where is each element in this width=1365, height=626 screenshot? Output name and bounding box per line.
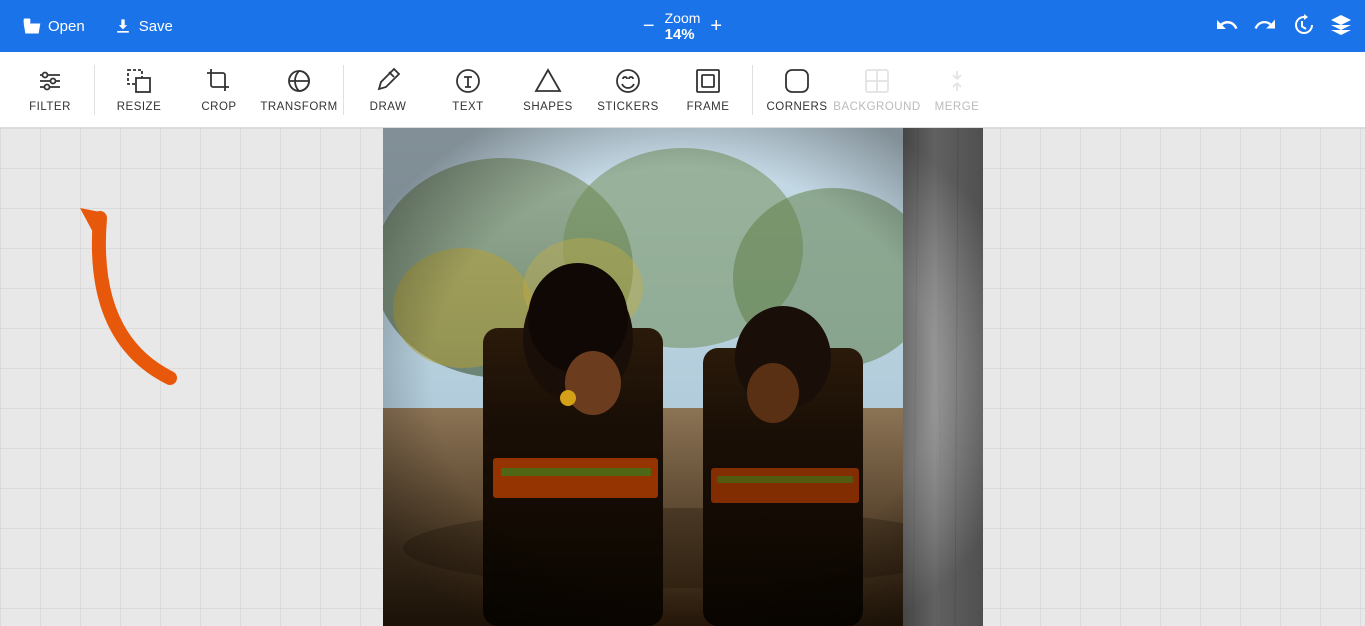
filter-icon (36, 67, 64, 95)
tool-shapes[interactable]: SHAPES (508, 54, 588, 126)
resize-label: RESIZE (117, 101, 162, 113)
history-button[interactable] (1291, 13, 1315, 40)
zoom-label: Zoom 14% (665, 10, 701, 43)
zoom-in-button[interactable]: + (710, 16, 722, 36)
sep1 (94, 65, 95, 115)
sep2 (343, 65, 344, 115)
tool-transform[interactable]: TRANSFORM (259, 54, 339, 126)
text-label: TEXT (452, 101, 483, 113)
shapes-icon (534, 67, 562, 95)
transform-label: TRANSFORM (260, 101, 337, 113)
tool-corners[interactable]: CORNERS (757, 54, 837, 126)
tool-filter[interactable]: FILTER (10, 54, 90, 126)
merge-label: MERGE (935, 101, 980, 113)
photo-container (383, 128, 983, 626)
zoom-out-button[interactable]: − (643, 16, 655, 36)
crop-icon (205, 67, 233, 95)
save-button[interactable]: Save (103, 10, 183, 42)
crop-label: CROP (201, 101, 236, 113)
topbar-right (1215, 13, 1353, 40)
save-label: Save (139, 18, 173, 35)
open-button[interactable]: Open (12, 10, 95, 42)
tool-resize[interactable]: RESIZE (99, 54, 179, 126)
tool-background[interactable]: BACKGROUND (837, 54, 917, 126)
tool-crop[interactable]: CROP (179, 54, 259, 126)
filter-label: FILTER (29, 101, 71, 113)
background-label: BACKGROUND (833, 101, 920, 113)
shapes-label: SHAPES (523, 101, 573, 113)
tool-text[interactable]: TEXT (428, 54, 508, 126)
arrow-annotation (40, 178, 200, 403)
redo-icon (1253, 13, 1277, 37)
undo-button[interactable] (1215, 13, 1239, 40)
merge-icon (943, 67, 971, 95)
save-icon (113, 16, 133, 36)
redo-button[interactable] (1253, 13, 1277, 40)
corners-label: CORNERS (766, 101, 827, 113)
resize-icon (125, 67, 153, 95)
undo-icon (1215, 13, 1239, 37)
frame-label: FRAME (687, 101, 730, 113)
open-icon (22, 16, 42, 36)
layers-icon (1329, 13, 1353, 37)
zoom-area: − Zoom 14% + (643, 10, 722, 43)
tool-frame[interactable]: FRAME (668, 54, 748, 126)
background-icon (863, 67, 891, 95)
toolbar: FILTER RESIZE CROP TRANSFORM (0, 52, 1365, 128)
photo-background (383, 128, 983, 626)
tool-draw[interactable]: DRAW (348, 54, 428, 126)
photo-svg (383, 128, 983, 626)
draw-icon (374, 67, 402, 95)
stickers-icon (614, 67, 642, 95)
stickers-label: STICKERS (597, 101, 659, 113)
layers-button[interactable] (1329, 13, 1353, 40)
topbar: Open Save − Zoom 14% + (0, 0, 1365, 52)
arrow-svg (40, 178, 200, 398)
history-icon (1291, 13, 1315, 37)
transform-icon (285, 67, 313, 95)
text-icon (454, 67, 482, 95)
draw-label: DRAW (370, 101, 407, 113)
canvas-area (0, 128, 1365, 626)
corners-icon (783, 67, 811, 95)
sep3 (752, 65, 753, 115)
open-label: Open (48, 18, 85, 35)
tool-stickers[interactable]: STICKERS (588, 54, 668, 126)
frame-icon (694, 67, 722, 95)
tool-merge[interactable]: MERGE (917, 54, 997, 126)
